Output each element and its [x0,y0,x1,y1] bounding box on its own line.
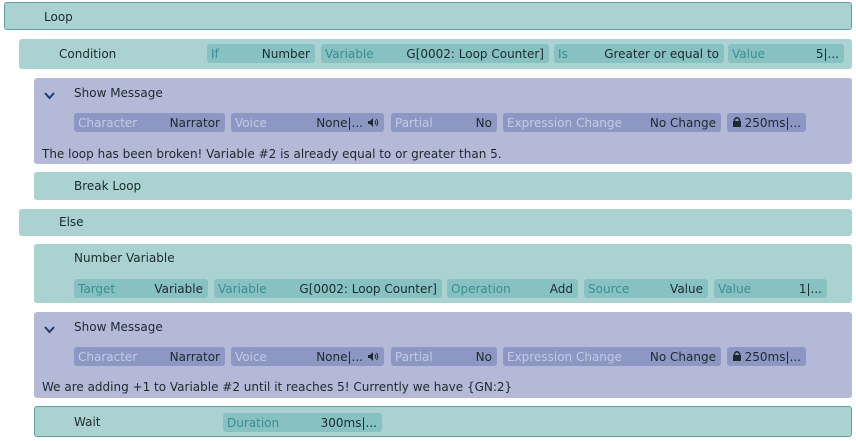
condition-value-label: Value [732,47,765,61]
condition-if-value: Number [261,47,310,61]
message-character-field[interactable]: Character Narrator [74,113,225,132]
message-expression-field[interactable]: Expression Change No Change [503,113,721,132]
condition-if-label: If [211,47,219,61]
wait-duration-label: Duration [227,416,280,430]
message-partial-label: Partial [395,116,433,130]
lock-icon [733,351,741,361]
condition-variable-value: G[0002: Loop Counter] [406,47,544,61]
number-variable-title: Number Variable [74,251,175,265]
message-voice-field[interactable]: Voice None|... [231,113,384,132]
show-message-block[interactable]: Show Message Character Narrator Voice No… [34,78,852,164]
wait-block[interactable]: Wait Duration 300ms|... [34,406,852,437]
message-character-field[interactable]: Character Narrator [74,347,225,366]
condition-title: Condition [59,47,117,61]
message-expression-field[interactable]: Expression Change No Change [503,347,721,366]
message-speed-field[interactable]: 250ms|... [727,113,806,132]
number-variable-variable-field[interactable]: Variable G[0002: Loop Counter] [214,279,442,298]
number-variable-value-field[interactable]: Value 1|... [714,279,827,298]
message-text: The loop has been broken! Variable #2 is… [42,147,502,161]
message-expression-label: Expression Change [507,350,622,364]
message-speed-value: 250ms|... [744,116,801,130]
break-loop-title: Break Loop [74,179,142,193]
chevron-down-icon[interactable] [43,89,56,102]
message-voice-field[interactable]: Voice None|... [231,347,384,366]
message-expression-value: No Change [649,350,716,364]
lock-icon [733,117,741,127]
message-expression-value: No Change [649,116,716,130]
condition-is-value: Greater or equal to [604,47,719,61]
message-voice-value: None|... [316,116,363,130]
number-variable-target-field[interactable]: Target Variable [74,279,208,298]
number-variable-value-value: 1|... [798,282,822,296]
number-variable-variable-label: Variable [218,282,267,296]
message-character-label: Character [78,116,138,130]
condition-block[interactable]: Condition If Number Variable G[0002: Loo… [19,39,852,69]
message-expression-label: Expression Change [507,116,622,130]
wait-duration-value: 300ms|... [320,416,377,430]
else-title: Else [59,215,84,229]
chevron-down-icon[interactable] [43,323,56,336]
wait-title: Wait [74,415,101,429]
condition-value-field[interactable]: Value 5|... [728,44,844,63]
condition-value-value: 5|... [815,47,839,61]
condition-if-field[interactable]: If Number [207,44,315,63]
message-text: We are adding +1 to Variable #2 until it… [42,380,513,394]
message-partial-label: Partial [395,350,433,364]
show-message-block[interactable]: Show Message Character Narrator Voice No… [34,312,852,398]
loop-block[interactable]: Loop [4,2,852,30]
number-variable-operation-value: Add [549,282,573,296]
else-block[interactable]: Else [19,209,852,236]
number-variable-target-label: Target [78,282,116,296]
number-variable-source-value: Value [670,282,703,296]
break-loop-block[interactable]: Break Loop [34,172,852,200]
speaker-icon [368,118,379,127]
condition-is-field[interactable]: Is Greater or equal to [554,44,724,63]
message-character-value: Narrator [169,350,220,364]
number-variable-variable-value: G[0002: Loop Counter] [299,282,437,296]
message-character-label: Character [78,350,138,364]
loop-title: Loop [44,10,73,24]
message-voice-value: None|... [316,350,363,364]
message-voice-label: Voice [235,350,267,364]
number-variable-source-label: Source [588,282,630,296]
message-title: Show Message [74,86,163,100]
message-title: Show Message [74,320,163,334]
message-partial-value: No [475,350,492,364]
condition-variable-field[interactable]: Variable G[0002: Loop Counter] [321,44,549,63]
condition-is-label: Is [558,47,568,61]
number-variable-operation-label: Operation [451,282,511,296]
message-partial-value: No [475,116,492,130]
message-speed-value: 250ms|... [744,350,801,364]
number-variable-source-field[interactable]: Source Value [584,279,708,298]
speaker-icon [368,352,379,361]
number-variable-target-value: Variable [154,282,203,296]
wait-duration-field[interactable]: Duration 300ms|... [223,413,382,432]
message-partial-field[interactable]: Partial No [391,347,497,366]
number-variable-operation-field[interactable]: Operation Add [447,279,578,298]
message-voice-label: Voice [235,116,267,130]
number-variable-block[interactable]: Number Variable Target Variable Variable… [34,244,852,303]
message-character-value: Narrator [169,116,220,130]
message-speed-field[interactable]: 250ms|... [727,347,806,366]
number-variable-value-label: Value [718,282,751,296]
condition-variable-label: Variable [325,47,374,61]
message-partial-field[interactable]: Partial No [391,113,497,132]
